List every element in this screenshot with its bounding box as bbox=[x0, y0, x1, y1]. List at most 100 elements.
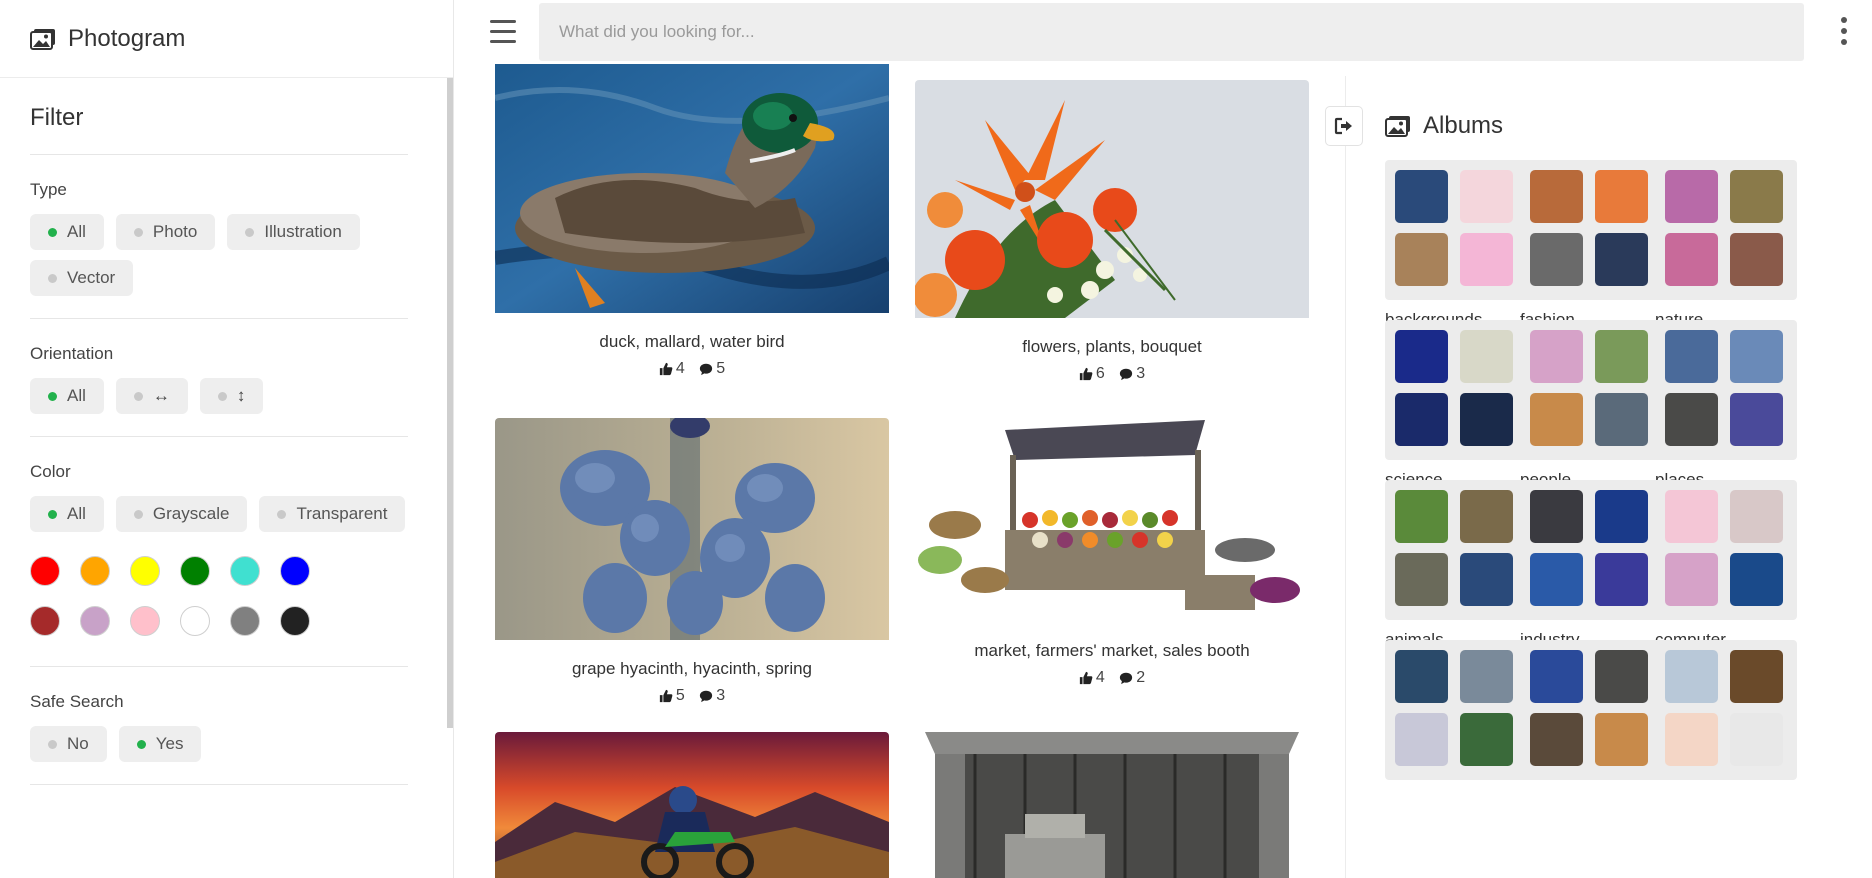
color-swatch[interactable] bbox=[230, 606, 260, 636]
album-thumbnail bbox=[1665, 393, 1718, 446]
unselected-dot bbox=[48, 739, 57, 749]
album-card[interactable]: industry... bbox=[1520, 480, 1662, 650]
search-input[interactable] bbox=[539, 3, 1804, 61]
photo-image-duck[interactable] bbox=[495, 64, 889, 318]
photo-card-flowers[interactable]: flowers, plants, bouquet 6 3 bbox=[915, 80, 1309, 386]
more-options-icon[interactable] bbox=[1838, 14, 1850, 50]
color-swatch[interactable] bbox=[180, 606, 210, 636]
thumbs-up-icon bbox=[1079, 671, 1093, 685]
filter-orientation-title: Orientation bbox=[30, 344, 114, 363]
album-thumbnail bbox=[1530, 393, 1583, 446]
photo-card-duck[interactable]: duck, mallard, water bird 4 5 bbox=[495, 64, 889, 381]
photo-stats: 4 5 bbox=[495, 360, 889, 381]
color-swatch[interactable] bbox=[130, 556, 160, 586]
type-chip-all[interactable]: All bbox=[30, 214, 104, 250]
album-thumbnail bbox=[1730, 330, 1783, 383]
type-chip-photo[interactable]: Photo bbox=[115, 214, 216, 250]
comments-stat[interactable]: 2 bbox=[1119, 669, 1145, 687]
color-swatch[interactable] bbox=[30, 556, 60, 586]
album-thumbnail bbox=[1595, 713, 1648, 766]
album-thumbnail bbox=[1460, 490, 1513, 543]
album-thumbnails bbox=[1520, 480, 1662, 620]
album-thumbnails bbox=[1655, 320, 1797, 460]
photo-image-motocross[interactable] bbox=[495, 732, 889, 878]
hamburger-menu-icon[interactable] bbox=[482, 14, 522, 50]
type-chip-vector[interactable]: Vector bbox=[30, 260, 134, 296]
album-thumbnail bbox=[1395, 233, 1448, 286]
album-thumbnail bbox=[1595, 233, 1648, 286]
likes-stat[interactable]: 4 bbox=[1079, 669, 1105, 687]
photo-card-motocross[interactable] bbox=[495, 732, 889, 878]
album-thumbnail bbox=[1730, 393, 1783, 446]
comment-icon bbox=[1120, 368, 1133, 381]
orientation-chip-all[interactable]: All bbox=[30, 378, 104, 414]
selected-dot bbox=[48, 227, 57, 237]
likes-stat[interactable]: 4 bbox=[659, 360, 685, 378]
album-thumbnail bbox=[1730, 553, 1783, 606]
album-thumbnail bbox=[1730, 650, 1783, 703]
color-swatch[interactable] bbox=[230, 556, 260, 586]
comments-stat[interactable]: 5 bbox=[699, 360, 725, 378]
photo-card-market[interactable]: market, farmers' market, sales booth 4 2 bbox=[915, 410, 1309, 690]
color-chip-grayscale[interactable]: Grayscale bbox=[115, 496, 248, 532]
color-swatch[interactable] bbox=[180, 556, 210, 586]
album-card[interactable] bbox=[1385, 640, 1527, 790]
album-card[interactable]: computer... bbox=[1655, 480, 1797, 650]
app-title: Photogram bbox=[68, 24, 186, 52]
unselected-dot bbox=[217, 391, 227, 401]
album-card[interactable]: nature... bbox=[1655, 160, 1797, 330]
safe-search-chip-yes[interactable]: Yes bbox=[118, 726, 202, 762]
color-swatch[interactable] bbox=[30, 606, 60, 636]
album-thumbnail bbox=[1595, 330, 1648, 383]
filter-color-title: Color bbox=[30, 462, 71, 481]
album-card[interactable]: places... bbox=[1655, 320, 1797, 490]
photo-card-hyacinth[interactable]: grape hyacinth, hyacinth, spring 5 3 bbox=[495, 418, 889, 708]
photo-image-market[interactable] bbox=[915, 410, 1309, 627]
likes-stat[interactable]: 6 bbox=[1079, 365, 1105, 383]
albums-title: Albums bbox=[1423, 112, 1504, 139]
album-card[interactable] bbox=[1655, 640, 1797, 790]
color-chip-all[interactable]: All bbox=[30, 496, 104, 532]
logout-button[interactable] bbox=[1325, 106, 1363, 146]
color-swatch[interactable] bbox=[130, 606, 160, 636]
photo-image-flowers[interactable] bbox=[915, 80, 1309, 323]
comments-stat[interactable]: 3 bbox=[1119, 365, 1145, 383]
photo-image-hyacinth[interactable] bbox=[495, 418, 889, 645]
orientation-chip-horizontal[interactable]: ↔ bbox=[115, 378, 188, 414]
album-thumbnail bbox=[1595, 650, 1648, 703]
album-card[interactable]: science... bbox=[1385, 320, 1527, 490]
shed-image bbox=[915, 714, 1309, 878]
album-thumbnail bbox=[1460, 713, 1513, 766]
likes-stat[interactable]: 5 bbox=[659, 687, 685, 705]
album-thumbnail bbox=[1665, 330, 1718, 383]
album-thumbnail bbox=[1595, 490, 1648, 543]
filter-title: Filter bbox=[30, 78, 408, 155]
color-swatch[interactable] bbox=[280, 556, 310, 586]
album-card[interactable]: animals... bbox=[1385, 480, 1527, 650]
album-card[interactable] bbox=[1520, 640, 1662, 790]
album-card[interactable]: fashion... bbox=[1520, 160, 1662, 330]
brand[interactable]: Photogram bbox=[0, 0, 454, 78]
album-thumbnail bbox=[1530, 170, 1583, 223]
album-card[interactable]: backgrounds... bbox=[1385, 160, 1527, 330]
album-thumbnail bbox=[1665, 713, 1718, 766]
album-thumbnail bbox=[1530, 233, 1583, 286]
orientation-chip-vertical[interactable]: ↕ bbox=[199, 378, 264, 414]
color-swatch[interactable] bbox=[80, 606, 110, 636]
album-card[interactable]: people... bbox=[1520, 320, 1662, 490]
type-chip-illustration[interactable]: Illustration bbox=[227, 214, 360, 250]
comments-stat[interactable]: 3 bbox=[699, 687, 725, 705]
unselected-dot bbox=[48, 273, 57, 283]
photo-image-shed[interactable] bbox=[915, 714, 1309, 878]
album-thumbnails bbox=[1520, 640, 1662, 780]
photo-card-shed[interactable] bbox=[915, 714, 1309, 878]
color-swatch[interactable] bbox=[80, 556, 110, 586]
color-swatch[interactable] bbox=[280, 606, 310, 636]
album-thumbnail bbox=[1730, 170, 1783, 223]
thumbs-up-icon bbox=[659, 689, 673, 703]
album-thumbnail bbox=[1595, 170, 1648, 223]
safe-search-chip-no[interactable]: No bbox=[30, 726, 107, 762]
color-chip-transparent[interactable]: Transparent bbox=[259, 496, 406, 532]
album-thumbnail bbox=[1665, 490, 1718, 543]
album-thumbnail bbox=[1730, 713, 1783, 766]
